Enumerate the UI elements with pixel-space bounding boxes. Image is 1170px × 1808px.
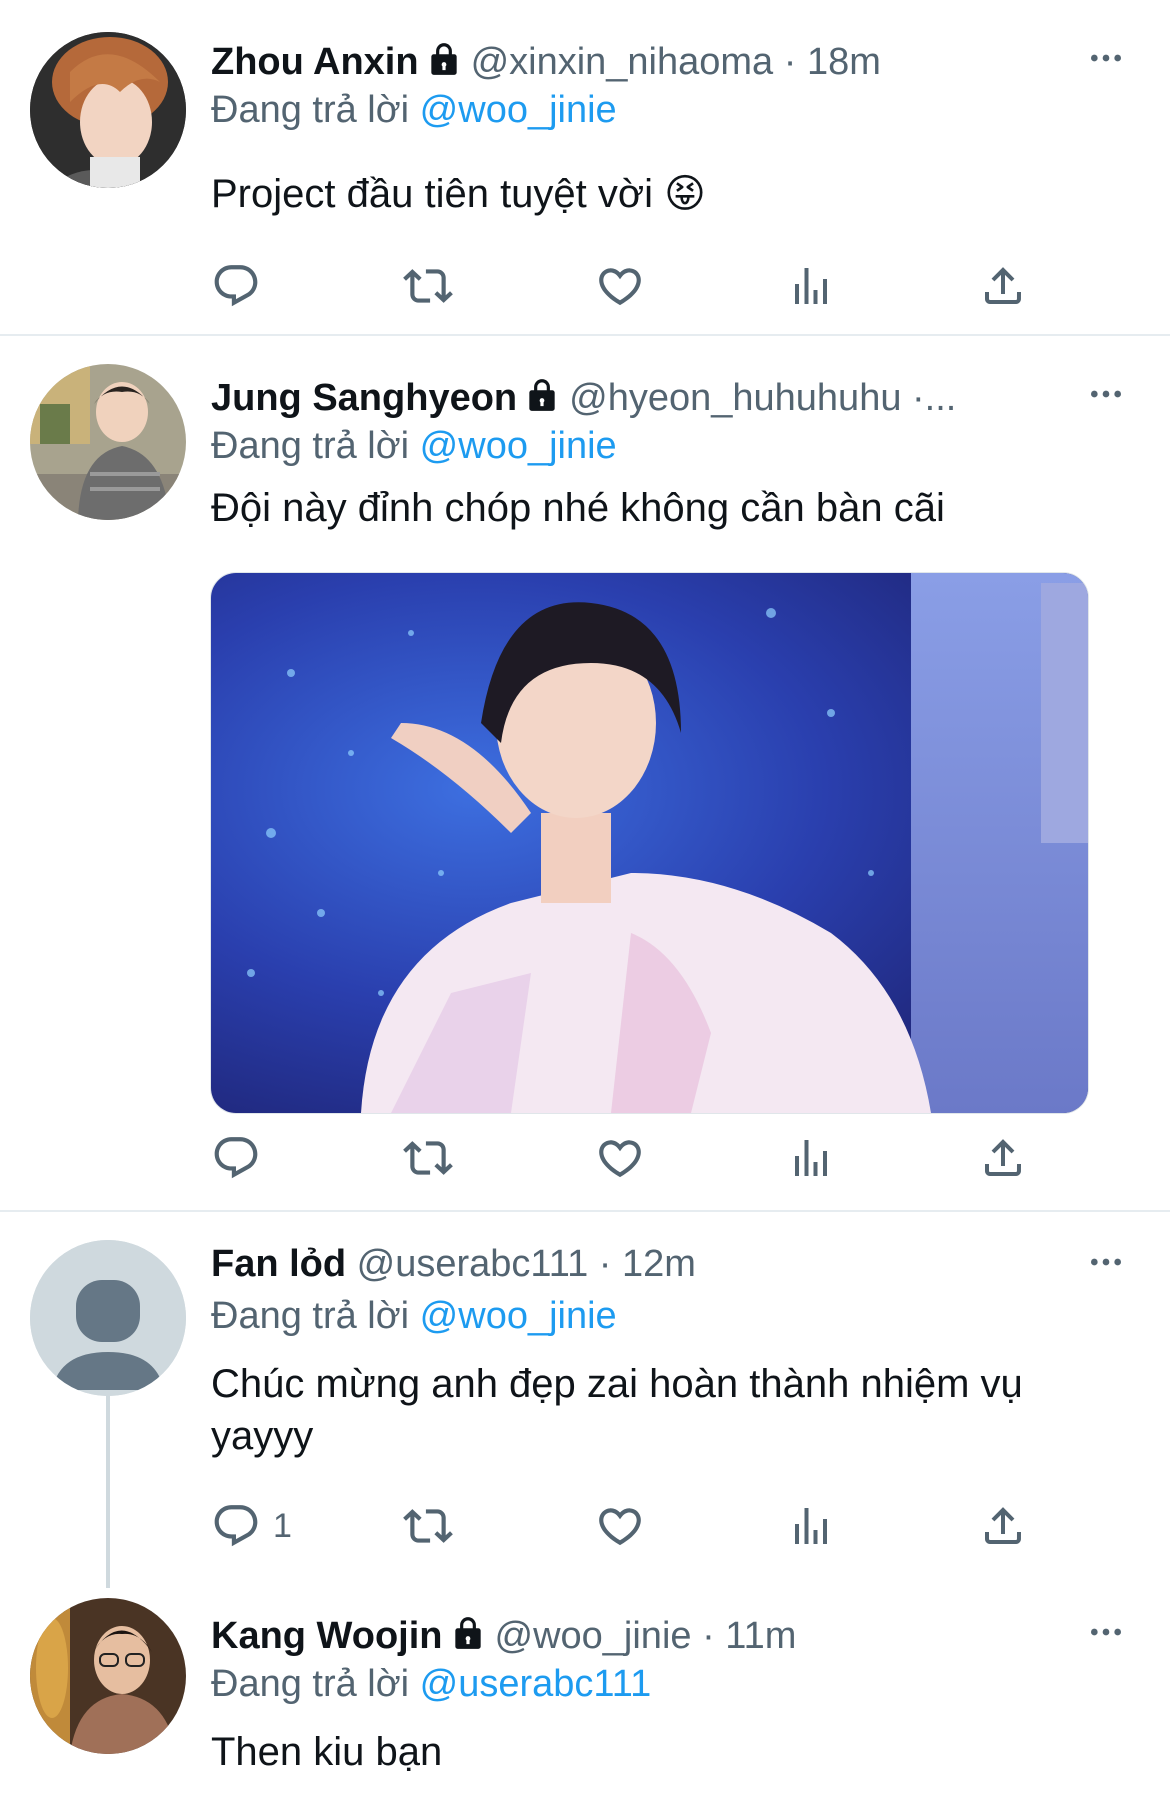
tweet-header: Jung Sanghyeon @hyeon_huhuhuhu ·... — [211, 374, 1070, 426]
reply-mention[interactable]: @woo_jinie — [420, 425, 617, 467]
timestamp[interactable]: 11m — [725, 1615, 796, 1657]
tweet-header: Kang Woojin @woo_jinie · 11m — [211, 1612, 1070, 1664]
retweet-icon — [403, 1501, 453, 1551]
separator: · — [702, 1615, 715, 1657]
share-icon — [979, 262, 1027, 310]
more-icon[interactable] — [1078, 1612, 1134, 1652]
avatar-photo — [30, 364, 186, 520]
views-icon — [787, 262, 835, 310]
tweet-text: Đội này đỉnh chóp nhé không cần bàn cãi — [211, 486, 945, 530]
more-icon[interactable] — [1078, 374, 1134, 414]
like-button[interactable] — [595, 1130, 645, 1186]
replying-to-label: Đang trả lời — [211, 425, 410, 467]
reply-icon — [211, 1501, 261, 1551]
tweet-3[interactable]: Fan lỏd @userabc111 · 12m Đang trả lời @… — [0, 1212, 1170, 1572]
display-name[interactable]: Kang Woojin — [211, 1615, 443, 1657]
share-button[interactable] — [979, 258, 1027, 314]
user-handle[interactable]: @hyeon_huhuhuhu — [569, 377, 901, 419]
replying-to-label: Đang trả lời — [211, 89, 410, 131]
replying-to-label: Đang trả lời — [211, 1663, 410, 1705]
replying-to: Đang trả lời @woo_jinie — [211, 1292, 617, 1340]
tweet-header: Fan lỏd @userabc111 · 12m — [211, 1240, 1070, 1288]
retweet-button[interactable] — [403, 258, 453, 314]
more-icon[interactable] — [1078, 38, 1134, 78]
media-image — [211, 573, 1088, 1113]
display-name[interactable]: Zhou Anxin — [211, 41, 419, 83]
user-handle[interactable]: @xinxin_nihaoma — [471, 41, 774, 83]
action-bar — [211, 1130, 1031, 1186]
action-bar — [211, 258, 1031, 314]
reply-button[interactable] — [211, 1130, 261, 1186]
views-button[interactable] — [787, 1130, 835, 1186]
avatar[interactable] — [30, 1598, 186, 1754]
retweet-button[interactable] — [403, 1130, 453, 1186]
reply-mention[interactable]: @userabc111 — [420, 1663, 652, 1705]
avatar[interactable] — [30, 1240, 186, 1396]
views-button[interactable] — [787, 258, 835, 314]
avatar-photo — [30, 1598, 186, 1754]
replying-to-label: Đang trả lời — [211, 1295, 410, 1337]
display-name[interactable]: Fan lỏd — [211, 1243, 346, 1285]
like-button[interactable] — [595, 1498, 645, 1554]
tweet-2[interactable]: Jung Sanghyeon @hyeon_huhuhuhu ·... Đang … — [0, 336, 1170, 1212]
views-icon — [787, 1502, 835, 1550]
lock-icon — [449, 1614, 487, 1664]
reply-button[interactable] — [211, 258, 261, 314]
tweet-4[interactable]: Kang Woojin @woo_jinie · 11m Đang trả lời… — [0, 1572, 1170, 1808]
tweet-text: Chúc mừng anh đẹp zai hoàn thành nhiệm v… — [211, 1362, 1023, 1458]
separator: · — [783, 41, 797, 83]
heart-icon — [595, 1501, 645, 1551]
heart-icon — [595, 1133, 645, 1183]
replying-to: Đang trả lời @woo_jinie — [211, 86, 617, 134]
reply-count: 1 — [273, 1506, 292, 1545]
more-icon[interactable] — [1078, 1242, 1134, 1282]
lock-icon — [523, 376, 561, 426]
replying-to: Đang trả lời @userabc111 — [211, 1660, 651, 1708]
reply-mention[interactable]: @woo_jinie — [420, 89, 617, 131]
lock-icon — [425, 40, 463, 90]
avatar[interactable] — [30, 364, 186, 520]
views-button[interactable] — [787, 1498, 835, 1554]
share-button[interactable] — [979, 1130, 1027, 1186]
views-icon — [787, 1134, 835, 1182]
tweet-text: Project đầu tiên tuyệt vời 😝 — [211, 172, 706, 216]
user-handle[interactable]: @userabc111 — [357, 1243, 589, 1285]
reply-button[interactable]: 1 — [211, 1498, 292, 1554]
tweet-1[interactable]: Zhou Anxin @xinxin_nihaoma · 18m Đang trả… — [0, 0, 1170, 335]
timestamp[interactable]: 18m — [807, 41, 881, 83]
tweet-header: Zhou Anxin @xinxin_nihaoma · 18m — [211, 38, 1070, 90]
display-name[interactable]: Jung Sanghyeon — [211, 377, 517, 419]
avatar-photo — [30, 32, 186, 188]
reply-icon — [211, 261, 261, 311]
avatar[interactable] — [30, 32, 186, 188]
replying-to: Đang trả lời @woo_jinie — [211, 422, 617, 470]
default-avatar-icon — [30, 1240, 186, 1396]
retweet-icon — [403, 1133, 453, 1183]
share-icon — [979, 1134, 1027, 1182]
retweet-icon — [403, 261, 453, 311]
user-handle[interactable]: @woo_jinie — [495, 1615, 692, 1657]
reply-icon — [211, 1133, 261, 1183]
reply-mention[interactable]: @woo_jinie — [420, 1295, 617, 1337]
share-icon — [979, 1502, 1027, 1550]
separator: ·... — [912, 377, 957, 419]
retweet-button[interactable] — [403, 1498, 453, 1554]
share-button[interactable] — [979, 1498, 1027, 1554]
thread-connector — [106, 1396, 110, 1588]
like-button[interactable] — [595, 258, 645, 314]
tweet-text: Then kiu bạn — [211, 1730, 443, 1774]
tweet-media[interactable] — [210, 572, 1089, 1114]
action-bar: 1 — [211, 1498, 1031, 1554]
heart-icon — [595, 261, 645, 311]
separator: · — [598, 1243, 612, 1285]
timestamp[interactable]: 12m — [622, 1243, 696, 1285]
